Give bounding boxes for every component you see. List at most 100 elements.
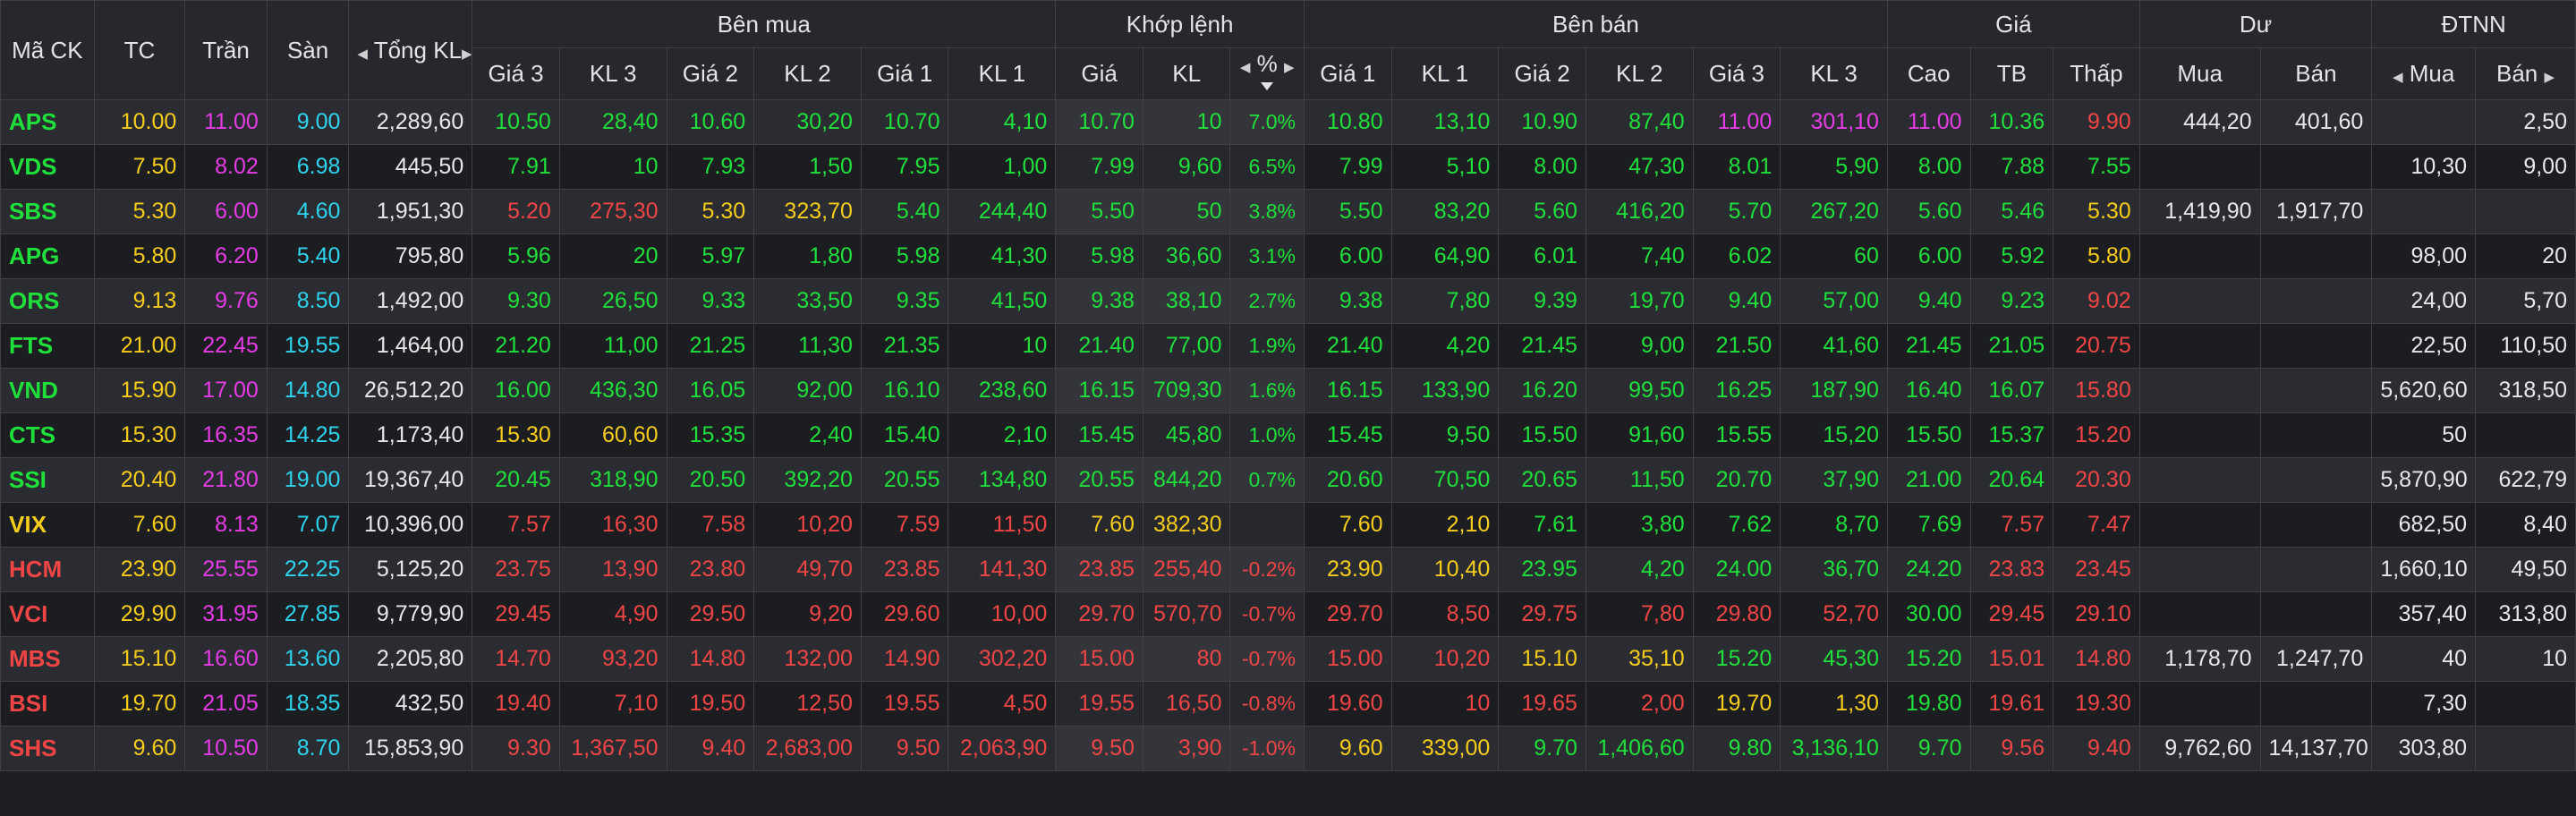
- cell-bid-price3: 9.30: [472, 726, 560, 771]
- cell-low: 15.20: [2053, 412, 2140, 458]
- header-bid-vol1[interactable]: KL 1: [948, 47, 1057, 100]
- cell-symbol[interactable]: VCI: [0, 591, 95, 637]
- cell-symbol[interactable]: CTS: [0, 412, 95, 458]
- cell-match-price: 23.85: [1055, 547, 1143, 592]
- cell-ref: 7.60: [93, 502, 186, 548]
- cell-bid-vol1: 11,50: [948, 502, 1057, 548]
- cell-ask-price3: 16.25: [1692, 368, 1781, 413]
- cell-ask-vol1: 13,10: [1390, 99, 1500, 145]
- arrow-right-icon[interactable]: ▶: [2544, 70, 2555, 85]
- cell-symbol[interactable]: ORS: [0, 278, 95, 324]
- table-row[interactable]: VND 15.90 17.00 14.80 26,512,20 16.00 436,30 16…: [0, 368, 2576, 413]
- arrow-left-icon[interactable]: ◀: [2393, 70, 2403, 85]
- header-balance-buy[interactable]: Mua: [2138, 47, 2261, 100]
- cell-symbol[interactable]: VND: [0, 368, 95, 413]
- cell-balance-buy: 444,20: [2138, 99, 2261, 145]
- header-ask-vol1[interactable]: KL 1: [1390, 47, 1500, 100]
- header-bid-price3[interactable]: Giá 3: [472, 47, 560, 100]
- header-bid-vol2[interactable]: KL 2: [753, 47, 862, 100]
- cell-ask-price2: 6.01: [1498, 234, 1586, 279]
- table-row[interactable]: VCI 29.90 31.95 27.85 9,779,90 29.45 4,90 29.50…: [0, 591, 2576, 637]
- cell-ref: 23.90: [93, 547, 186, 592]
- header-match-group: Khớp lệnh: [1055, 0, 1305, 48]
- cell-ask-price3: 19.70: [1692, 681, 1781, 727]
- header-ask-price3[interactable]: Giá 3: [1692, 47, 1781, 100]
- cell-symbol[interactable]: APS: [0, 99, 95, 145]
- cell-symbol[interactable]: SBS: [0, 189, 95, 234]
- header-bid-vol3[interactable]: KL 3: [558, 47, 667, 100]
- table-row[interactable]: SSI 20.40 21.80 19.00 19,367,40 20.45 318,90 20…: [0, 457, 2576, 503]
- cell-high: 30.00: [1886, 591, 1971, 637]
- cell-match-price: 29.70: [1055, 591, 1143, 637]
- header-ask-price2[interactable]: Giá 2: [1498, 47, 1586, 100]
- cell-foreign-sell: 5,70: [2475, 278, 2576, 324]
- sort-desc-icon: [1261, 81, 1274, 90]
- cell-ask-price2: 29.75: [1498, 591, 1586, 637]
- header-match-vol[interactable]: KL: [1142, 47, 1231, 100]
- header-ask-vol3[interactable]: KL 3: [1780, 47, 1888, 100]
- header-balance-sell[interactable]: Bán: [2259, 47, 2373, 100]
- cell-symbol[interactable]: VIX: [0, 502, 95, 548]
- table-row[interactable]: HCM 23.90 25.55 22.25 5,125,20 23.75 13,90 23.8…: [0, 547, 2576, 592]
- arrow-left-icon[interactable]: ◀: [357, 47, 368, 62]
- cell-symbol[interactable]: MBS: [0, 636, 95, 682]
- cell-ceiling: 16.35: [184, 412, 268, 458]
- cell-ask-vol3: 60: [1780, 234, 1888, 279]
- arrow-right-icon[interactable]: ▶: [1284, 60, 1295, 75]
- header-high[interactable]: Cao: [1886, 47, 1971, 100]
- cell-ask-vol2: 47,30: [1585, 144, 1694, 190]
- cell-low: 14.80: [2053, 636, 2140, 682]
- cell-balance-buy: [2138, 547, 2261, 592]
- cell-bid-vol3: 4,90: [558, 591, 667, 637]
- cell-match-price: 15.45: [1055, 412, 1143, 458]
- table-row[interactable]: CTS 15.30 16.35 14.25 1,173,40 15.30 60,60 15.3…: [0, 412, 2576, 458]
- table-row[interactable]: VDS 7.50 8.02 6.98 445,50 7.91 10 7.93 1,50 7.95 1…: [0, 144, 2576, 190]
- cell-total-volume: 9,779,90: [348, 591, 473, 637]
- table-row[interactable]: SHS 9.60 10.50 8.70 15,853,90 9.30 1,367,50 9.4…: [0, 726, 2576, 771]
- cell-match-vol: 3,90: [1142, 726, 1231, 771]
- cell-ask-vol2: 99,50: [1585, 368, 1694, 413]
- header-match-price[interactable]: Giá: [1055, 47, 1143, 100]
- cell-high: 15.20: [1886, 636, 1971, 682]
- cell-floor: 22.25: [266, 547, 350, 592]
- table-row[interactable]: SBS 5.30 6.00 4.60 1,951,30 5.20 275,30 5.30 323…: [0, 189, 2576, 234]
- arrow-left-icon[interactable]: ◀: [1240, 60, 1251, 75]
- table-row[interactable]: FTS 21.00 22.45 19.55 1,464,00 21.20 11,00 21.2…: [0, 323, 2576, 369]
- cell-ceiling: 17.00: [184, 368, 268, 413]
- cell-foreign-buy: 5,620,60: [2371, 368, 2477, 413]
- cell-bid-vol3: 318,90: [558, 457, 667, 503]
- header-foreign-buy[interactable]: ◀ Mua: [2371, 47, 2477, 100]
- header-bid-price1[interactable]: Giá 1: [860, 47, 949, 100]
- cell-ref: 21.00: [93, 323, 186, 369]
- header-bid-price2[interactable]: Giá 2: [666, 47, 755, 100]
- table-row[interactable]: MBS 15.10 16.60 13.60 2,205,80 14.70 93,20 14.8…: [0, 636, 2576, 682]
- cell-ask-vol1: 7,80: [1390, 278, 1500, 324]
- table-row[interactable]: APS 10.00 11.00 9.00 2,289,60 10.50 28,40 10.60…: [0, 99, 2576, 145]
- header-ask-vol2[interactable]: KL 2: [1585, 47, 1694, 100]
- cell-symbol[interactable]: SSI: [0, 457, 95, 503]
- cell-symbol[interactable]: SHS: [0, 726, 95, 771]
- table-row[interactable]: ORS 9.13 9.76 8.50 1,492,00 9.30 26,50 9.33 33,5…: [0, 278, 2576, 324]
- header-floor[interactable]: Sàn: [266, 0, 350, 100]
- cell-balance-buy: 1,178,70: [2138, 636, 2261, 682]
- cell-symbol[interactable]: HCM: [0, 547, 95, 592]
- cell-symbol[interactable]: FTS: [0, 323, 95, 369]
- header-ask-price1[interactable]: Giá 1: [1303, 47, 1392, 100]
- cell-bid-price1: 23.85: [860, 547, 949, 592]
- header-ceiling[interactable]: Trần: [184, 0, 268, 100]
- header-total-volume[interactable]: ◀ Tổng KL▶: [348, 0, 473, 100]
- cell-ceiling: 8.13: [184, 502, 268, 548]
- table-row[interactable]: BSI 19.70 21.05 18.35 432,50 19.40 7,10 19.50 12…: [0, 681, 2576, 727]
- header-avg[interactable]: TB: [1969, 47, 2054, 100]
- arrow-right-icon[interactable]: ▶: [462, 47, 472, 62]
- header-symbol[interactable]: Mã CK: [0, 0, 95, 100]
- header-low[interactable]: Thấp: [2053, 47, 2140, 100]
- table-row[interactable]: APG 5.80 6.20 5.40 795,80 5.96 20 5.97 1,80 5.98 4…: [0, 234, 2576, 279]
- table-row[interactable]: VIX 7.60 8.13 7.07 10,396,00 7.57 16,30 7.58 10,…: [0, 502, 2576, 548]
- cell-symbol[interactable]: VDS: [0, 144, 95, 190]
- header-foreign-sell[interactable]: Bán ▶: [2475, 47, 2576, 100]
- cell-symbol[interactable]: APG: [0, 234, 95, 279]
- header-match-pct[interactable]: ◀ % ▶: [1229, 47, 1305, 100]
- header-ref[interactable]: TC: [93, 0, 186, 100]
- cell-symbol[interactable]: BSI: [0, 681, 95, 727]
